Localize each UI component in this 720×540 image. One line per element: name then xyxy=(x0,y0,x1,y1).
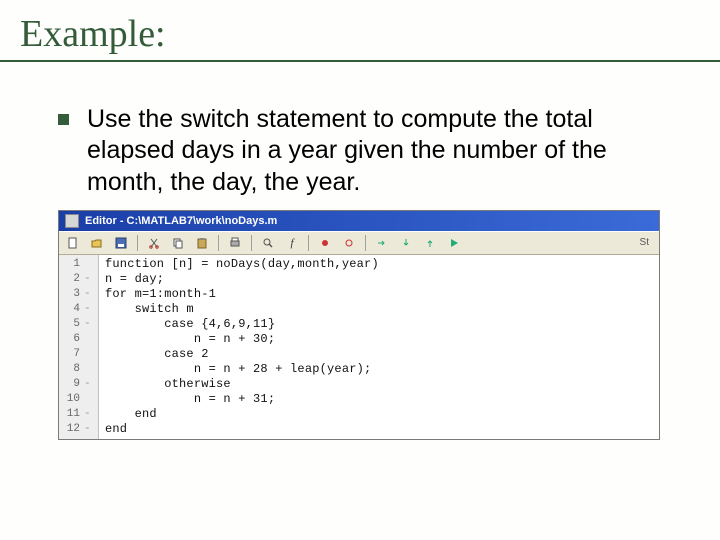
slide-title: Example: xyxy=(20,12,700,56)
line-num: 11 xyxy=(62,408,80,420)
line-num: 9 xyxy=(62,378,80,390)
code-area[interactable]: function [n] = noDays(day,month,year) n … xyxy=(99,255,659,439)
gutter-dash: - xyxy=(84,423,94,435)
function-button[interactable]: f xyxy=(282,234,302,252)
editor-window: Editor - C:\MATLAB7\work\noDays.m xyxy=(58,210,660,440)
bullet-item: Use the switch statement to compute the … xyxy=(58,104,670,198)
line-num: 2 xyxy=(62,273,80,285)
save-button[interactable] xyxy=(111,234,131,252)
gutter-dash: - xyxy=(84,303,94,315)
stack-label: St xyxy=(640,237,655,248)
paste-button[interactable] xyxy=(192,234,212,252)
toolbar-sep xyxy=(308,235,309,251)
line-num: 8 xyxy=(62,363,80,375)
cut-button[interactable] xyxy=(144,234,164,252)
gutter-dash: - xyxy=(84,318,94,330)
run-button[interactable] xyxy=(444,234,464,252)
breakpoint-set-button[interactable] xyxy=(315,234,335,252)
toolbar-sep xyxy=(251,235,252,251)
gutter-dash: - xyxy=(84,378,94,390)
line-num: 1 xyxy=(62,258,80,270)
code-line: otherwise xyxy=(105,377,653,392)
step-button[interactable] xyxy=(372,234,392,252)
line-num: 12 xyxy=(62,423,80,435)
find-button[interactable] xyxy=(258,234,278,252)
code-line: case {4,6,9,11} xyxy=(105,317,653,332)
step-out-button[interactable] xyxy=(420,234,440,252)
copy-button[interactable] xyxy=(168,234,188,252)
line-num: 3 xyxy=(62,288,80,300)
line-num: 4 xyxy=(62,303,80,315)
line-num: 7 xyxy=(62,348,80,360)
code-line: n = n + 30; xyxy=(105,332,653,347)
code-line: end xyxy=(105,407,653,422)
breakpoint-clear-button[interactable] xyxy=(339,234,359,252)
toolbar-sep xyxy=(365,235,366,251)
line-num: 6 xyxy=(62,333,80,345)
line-num: 10 xyxy=(62,393,80,405)
app-icon xyxy=(65,214,79,228)
code-line: n = n + 31; xyxy=(105,392,653,407)
toolbar-sep xyxy=(137,235,138,251)
editor-titlebar: Editor - C:\MATLAB7\work\noDays.m xyxy=(59,211,659,231)
editor-toolbar: f St xyxy=(59,231,659,255)
gutter-dash: - xyxy=(84,288,94,300)
editor-content: 1 2- 3- 4- 5- 6 7 8 9- 10 11- 12- functi… xyxy=(59,255,659,439)
code-line: n = n + 28 + leap(year); xyxy=(105,362,653,377)
bullet-text: Use the switch statement to compute the … xyxy=(87,104,670,198)
code-line: for m=1:month-1 xyxy=(105,287,653,302)
new-file-button[interactable] xyxy=(63,234,83,252)
toolbar-sep xyxy=(218,235,219,251)
line-gutter[interactable]: 1 2- 3- 4- 5- 6 7 8 9- 10 11- 12- xyxy=(59,255,99,439)
gutter-dash: - xyxy=(84,408,94,420)
code-line: case 2 xyxy=(105,347,653,362)
step-in-button[interactable] xyxy=(396,234,416,252)
line-num: 5 xyxy=(62,318,80,330)
bullet-icon xyxy=(58,114,69,125)
print-button[interactable] xyxy=(225,234,245,252)
code-line: switch m xyxy=(105,302,653,317)
code-line: function [n] = noDays(day,month,year) xyxy=(105,257,653,272)
code-line: n = day; xyxy=(105,272,653,287)
editor-title: Editor - C:\MATLAB7\work\noDays.m xyxy=(85,215,277,227)
code-line: end xyxy=(105,422,653,437)
open-file-button[interactable] xyxy=(87,234,107,252)
gutter-dash: - xyxy=(84,273,94,285)
